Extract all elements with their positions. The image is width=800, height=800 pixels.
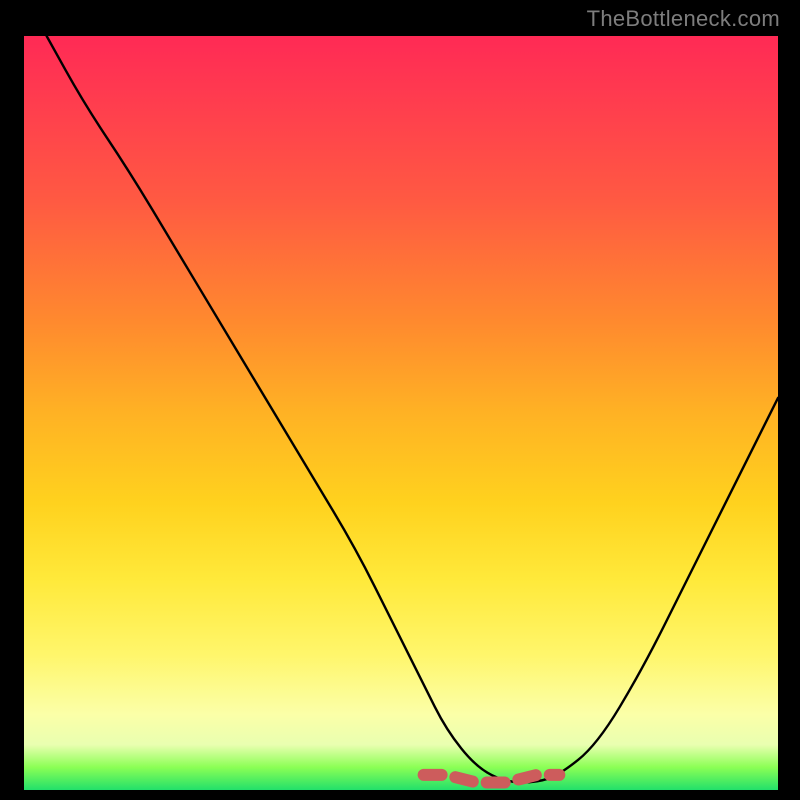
plot-area bbox=[24, 36, 778, 790]
watermark-text: TheBottleneck.com bbox=[587, 6, 780, 32]
bottleneck-curve bbox=[47, 36, 778, 782]
chart-frame: TheBottleneck.com bbox=[0, 0, 800, 800]
curve-layer bbox=[24, 36, 778, 790]
